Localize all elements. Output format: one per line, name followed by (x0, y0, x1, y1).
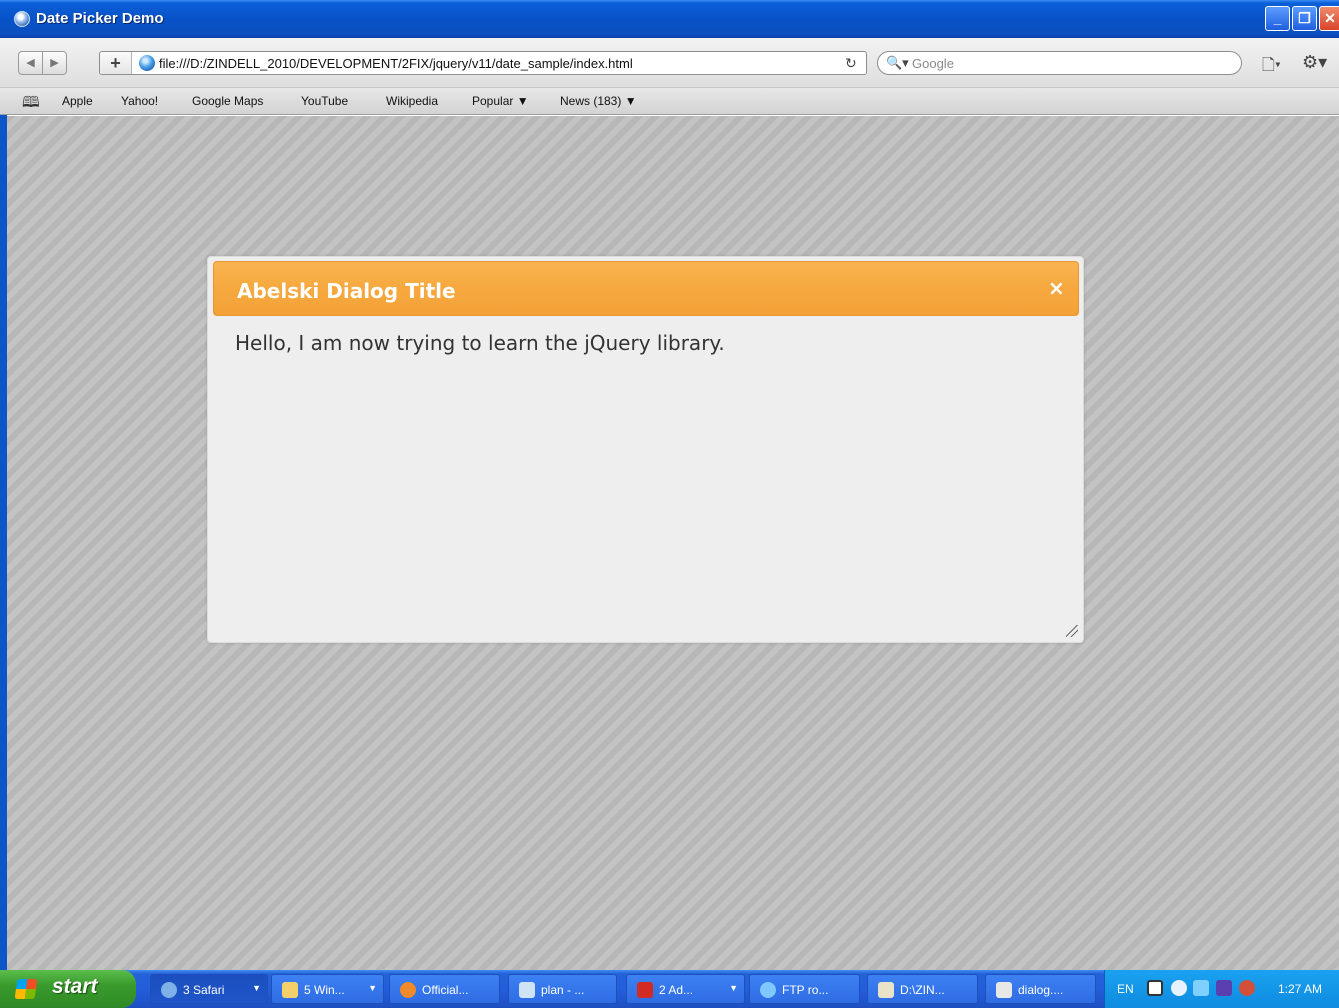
update-icon[interactable] (1239, 980, 1255, 996)
reload-icon[interactable]: ↻ (845, 55, 857, 72)
bookmark-youtube[interactable]: YouTube (301, 94, 348, 108)
globe-icon (139, 55, 155, 71)
security-icon[interactable] (1216, 980, 1232, 996)
collapse-tray-icon[interactable] (1171, 980, 1187, 996)
editor-icon (878, 982, 894, 998)
taskbar-item-safari[interactable]: 3 Safari ▼ (150, 974, 268, 1004)
chevron-down-icon: ▼ (252, 983, 261, 993)
ie-icon (760, 982, 776, 998)
dialog-title: Abelski Dialog Title (237, 279, 456, 303)
browser-toolbar: ◀ ▶ + file:///D:/ZINDELL_2010/DEVELOPMEN… (0, 38, 1339, 88)
firefox-icon (400, 982, 416, 998)
search-icon[interactable]: 🔍▾ (886, 55, 909, 71)
start-button[interactable]: start (0, 970, 136, 1008)
bookmarks-book-icon[interactable]: 🕮 (22, 92, 40, 117)
close-window-button[interactable]: ✕ (1319, 6, 1339, 31)
add-bookmark-button[interactable]: + (100, 52, 132, 74)
taskbar-item-editor[interactable]: D:\ZIN... (867, 974, 978, 1004)
dialog-body-text: Hello, I am now trying to learn the jQue… (235, 331, 725, 355)
network-icon[interactable] (1193, 980, 1209, 996)
taskbar-item-ftp[interactable]: FTP ro... (749, 974, 860, 1004)
search-placeholder: Google (912, 56, 954, 71)
bookmark-yahoo[interactable]: Yahoo! (121, 94, 158, 108)
taskbar-item-dialog[interactable]: dialog.... (985, 974, 1096, 1004)
taskbar-item-firefox[interactable]: Official... (389, 974, 500, 1004)
safari-icon (161, 982, 177, 998)
bookmarks-bar: 🕮 Apple Yahoo! Google Maps YouTube Wikip… (0, 88, 1339, 115)
bookmark-apple[interactable]: Apple (62, 94, 93, 108)
window-border (0, 38, 7, 970)
acrobat-icon (637, 982, 653, 998)
taskbar-item-acrobat[interactable]: 2 Ad... ▼ (626, 974, 745, 1004)
bookmark-popular[interactable]: Popular ▼ (472, 94, 529, 108)
address-bar[interactable]: + file:///D:/ZINDELL_2010/DEVELOPMENT/2F… (99, 51, 867, 75)
chevron-down-icon: ▼ (368, 983, 377, 993)
language-indicator[interactable]: EN (1117, 982, 1134, 996)
system-tray: EN 1:27 AM (1104, 970, 1339, 1008)
dialog-titlebar[interactable]: Abelski Dialog Title × (213, 261, 1079, 316)
taskbar-item-plan[interactable]: plan - ... (508, 974, 617, 1004)
document-icon (519, 982, 535, 998)
forward-button[interactable]: ▶ (42, 51, 67, 75)
url-text[interactable]: file:///D:/ZINDELL_2010/DEVELOPMENT/2FIX… (159, 56, 633, 71)
page-menu-icon[interactable]: 🗋▾ (1262, 54, 1281, 81)
minimize-button[interactable]: _ (1265, 6, 1290, 31)
file-icon (996, 982, 1012, 998)
window-title: Date Picker Demo (36, 10, 164, 27)
help-icon[interactable] (1147, 980, 1163, 996)
safari-app-icon (14, 11, 30, 27)
resize-handle[interactable] (1066, 625, 1078, 637)
close-icon[interactable]: × (1048, 276, 1065, 300)
back-button[interactable]: ◀ (18, 51, 43, 75)
clock[interactable]: 1:27 AM (1278, 982, 1322, 996)
taskbar: start 3 Safari ▼ 5 Win... ▼ Official... … (0, 970, 1339, 1008)
bookmark-wikipedia[interactable]: Wikipedia (386, 94, 438, 108)
maximize-button[interactable]: ❐ (1292, 6, 1317, 31)
dialog: Abelski Dialog Title × Hello, I am now t… (207, 256, 1084, 643)
windows-logo-icon (14, 979, 38, 999)
chevron-down-icon: ▼ (729, 983, 738, 993)
taskbar-item-windows[interactable]: 5 Win... ▼ (271, 974, 384, 1004)
gear-icon[interactable]: ⚙▾ (1302, 52, 1327, 73)
bookmark-news[interactable]: News (183) ▼ (560, 94, 637, 108)
window-titlebar: Date Picker Demo _ ❐ ✕ (0, 0, 1339, 38)
bookmark-google-maps[interactable]: Google Maps (192, 94, 263, 108)
start-label: start (52, 975, 98, 998)
folder-icon (282, 982, 298, 998)
search-input[interactable]: 🔍▾ Google (877, 51, 1242, 75)
